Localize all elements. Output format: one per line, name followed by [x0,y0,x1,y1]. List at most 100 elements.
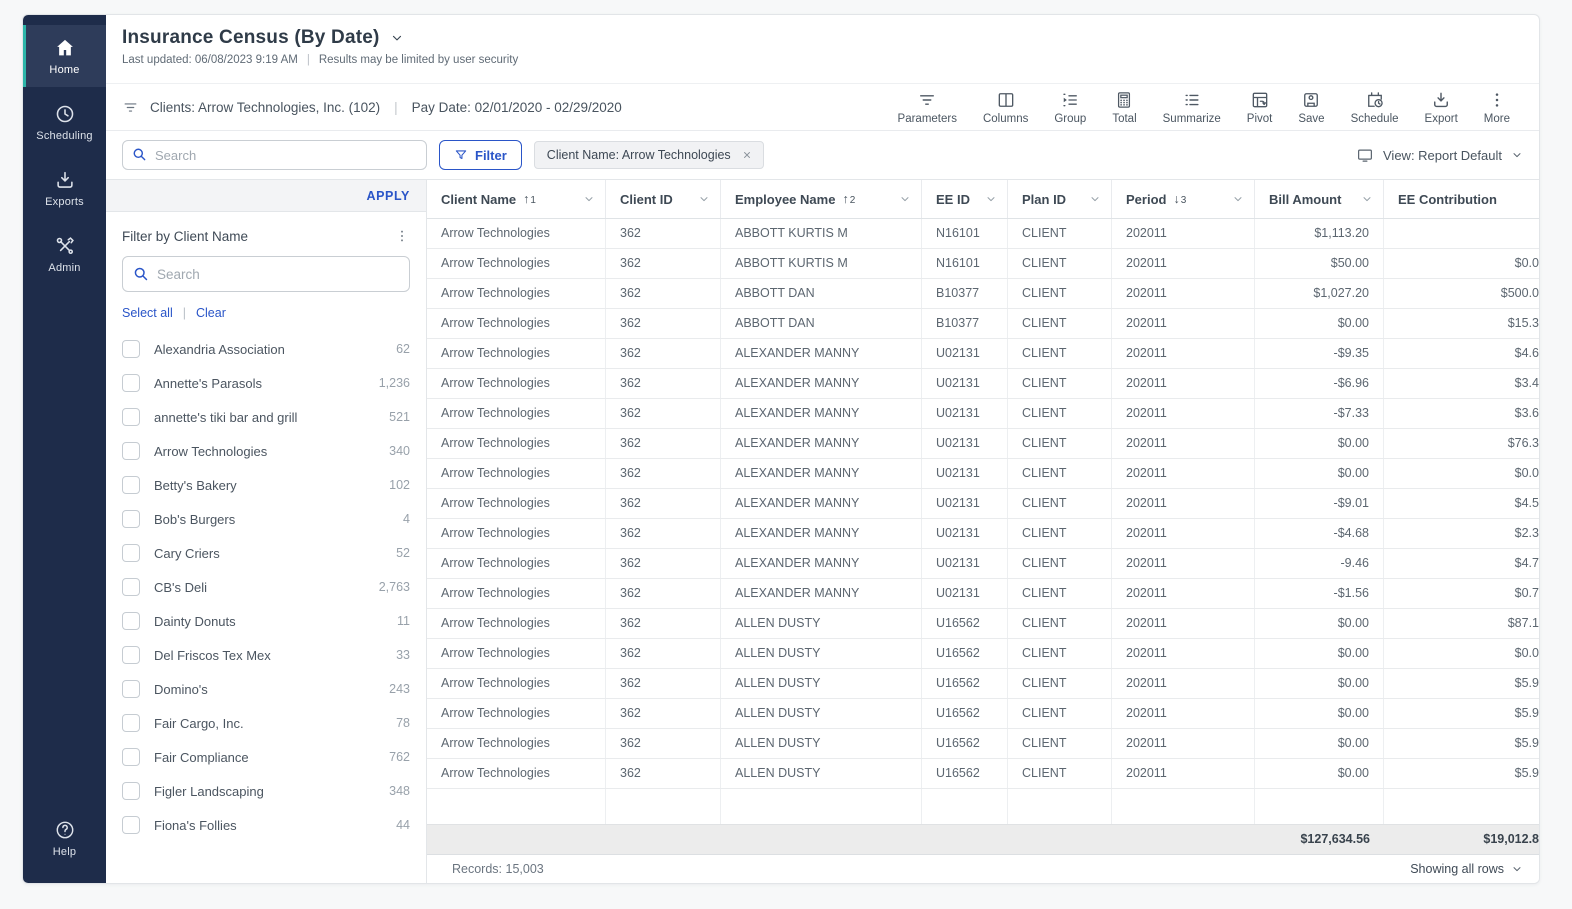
table-row[interactable]: Arrow Technologies 362 ALLEN DUSTY U16562 CL… [427,729,1539,759]
client-checkbox[interactable] [122,714,140,732]
table-cell: 362 [606,579,721,608]
sidebar-item-admin[interactable]: Admin [23,223,106,285]
monitor-icon [1356,146,1374,164]
table-row[interactable]: Arrow Technologies 362 ALLEN DUSTY U16562 CL… [427,669,1539,699]
client-list-item[interactable]: annette's tiki bar and grill 521 [122,400,410,434]
client-list-item[interactable]: Dainty Donuts 11 [122,604,410,638]
client-checkbox[interactable] [122,476,140,494]
column-header-employee-name[interactable]: Employee Name ↑ 2 [721,180,922,218]
table-row[interactable]: Arrow Technologies 362 ABBOTT DAN B10377 CLI… [427,279,1539,309]
toolbar-total-button[interactable]: Total [1099,90,1149,125]
client-list-item[interactable]: Arrow Technologies 340 [122,434,410,468]
client-checkbox[interactable] [122,680,140,698]
client-checkbox[interactable] [122,442,140,460]
toolbar-summarize-button[interactable]: Summarize [1150,90,1234,125]
chevron-down-icon[interactable] [899,193,911,205]
client-list-item[interactable]: Del Friscos Tex Mex 33 [122,638,410,672]
client-list-item[interactable]: CB's Deli 2,763 [122,570,410,604]
client-checkbox[interactable] [122,612,140,630]
client-checkbox[interactable] [122,374,140,392]
filter-button[interactable]: Filter [439,140,522,170]
client-list-item[interactable]: Fair Cargo, Inc. 78 [122,706,410,740]
table-row[interactable]: Arrow Technologies 362 ALLEN DUSTY U16562 CL… [427,699,1539,729]
client-checkbox[interactable] [122,748,140,766]
toolbar-columns-button[interactable]: Columns [970,90,1041,125]
client-list-item[interactable]: Fair Compliance 762 [122,740,410,774]
client-checkbox[interactable] [122,340,140,358]
table-row[interactable]: Arrow Technologies 362 ABBOTT KURTIS M N161… [427,219,1539,249]
chevron-down-icon[interactable] [583,193,595,205]
toolbar-schedule-button[interactable]: Schedule [1338,90,1412,125]
toolbar-export-button[interactable]: Export [1412,90,1471,125]
toolbar-save-button[interactable]: Save [1285,90,1337,125]
sidebar-item-scheduling[interactable]: Scheduling [23,91,106,153]
toolbar-parameters-button[interactable]: Parameters [885,90,970,125]
chevron-down-icon[interactable] [1232,193,1244,205]
table-row[interactable]: Arrow Technologies 362 ALEXANDER MANNY U021… [427,429,1539,459]
toolbar-pivot-button[interactable]: Pivot [1234,90,1286,125]
client-search-input[interactable] [122,256,410,292]
table-cell: ABBOTT DAN [721,279,922,308]
table-row[interactable]: Arrow Technologies 362 ALEXANDER MANNY U021… [427,579,1539,609]
column-header-period[interactable]: Period ↓ 3 [1112,180,1255,218]
chevron-down-icon[interactable] [1361,193,1373,205]
table-cell: ALEXANDER MANNY [721,519,922,548]
toolbar-group-button[interactable]: Group [1041,90,1099,125]
table-row[interactable]: Arrow Technologies 362 ALLEN DUSTY U16562 CL… [427,609,1539,639]
client-list-item[interactable]: Domino's 243 [122,672,410,706]
column-header-client-name[interactable]: Client Name ↑ 1 [427,180,606,218]
app-window: Home Scheduling Exports Admin Help Insuranc… [22,14,1540,884]
table-row[interactable]: Arrow Technologies 362 ABBOTT KURTIS M N161… [427,249,1539,279]
table-row[interactable]: Arrow Technologies 362 ALEXANDER MANNY U021… [427,369,1539,399]
table-cell: Arrow Technologies [427,669,606,698]
client-checkbox[interactable] [122,544,140,562]
toolbar-more-button[interactable]: More [1471,90,1523,125]
table-search [122,140,427,170]
table-row[interactable]: Arrow Technologies 362 ALEXANDER MANNY U021… [427,549,1539,579]
select-all-link[interactable]: Select all [122,306,173,320]
client-checkbox[interactable] [122,408,140,426]
client-list-item[interactable]: Betty's Bakery 102 [122,468,410,502]
client-checkbox[interactable] [122,646,140,664]
table-row[interactable]: Arrow Technologies 362 ALEXANDER MANNY U021… [427,339,1539,369]
client-checkbox[interactable] [122,782,140,800]
sidebar-item-help[interactable]: Help [23,807,106,869]
column-header-plan-id[interactable]: Plan ID [1008,180,1112,218]
client-list-item[interactable]: Figler Landscaping 348 [122,774,410,808]
apply-button[interactable]: APPLY [366,189,410,203]
column-header-bill-amount[interactable]: Bill Amount [1255,180,1384,218]
pivot-icon [1250,90,1270,110]
column-header-client-id[interactable]: Client ID [606,180,721,218]
table-row[interactable]: Arrow Technologies 362 ALLEN DUSTY U16562 CL… [427,639,1539,669]
view-selector[interactable]: View: Report Default [1356,146,1523,164]
client-list-item[interactable]: Annette's Parasols 1,236 [122,366,410,400]
search-input[interactable] [122,140,427,170]
table-row[interactable]: Arrow Technologies 362 ALEXANDER MANNY U021… [427,489,1539,519]
chevron-down-icon[interactable] [1089,193,1101,205]
table-row[interactable]: Arrow Technologies 362 ALEXANDER MANNY U021… [427,459,1539,489]
kebab-menu-icon[interactable] [394,228,410,244]
table-row[interactable]: Arrow Technologies 362 ALEXANDER MANNY U021… [427,519,1539,549]
sidebar-item-exports[interactable]: Exports [23,157,106,219]
showing-rows-selector[interactable]: Showing all rows [1410,862,1523,876]
client-list-item[interactable]: Fiona's Follies 44 [122,808,410,842]
client-checkbox[interactable] [122,510,140,528]
chevron-down-icon[interactable] [985,193,997,205]
table-row[interactable]: Arrow Technologies 362 ALLEN DUSTY U16562 CL… [427,759,1539,789]
sidebar-item-home[interactable]: Home [23,25,106,87]
title-chevron-down-icon[interactable] [390,31,404,45]
column-header-ee-id[interactable]: EE ID [922,180,1008,218]
filter-chip-client-name[interactable]: Client Name: Arrow Technologies [533,141,764,169]
table-cell: 362 [606,519,721,548]
client-checkbox[interactable] [122,578,140,596]
table-row[interactable]: Arrow Technologies 362 ALEXANDER MANNY U021… [427,399,1539,429]
table-row[interactable]: Arrow Technologies 362 ABBOTT DAN B10377 CLI… [427,309,1539,339]
column-header-ee-contribution[interactable]: EE Contribution [1384,180,1539,218]
client-list-item[interactable]: Bob's Burgers 4 [122,502,410,536]
client-list-item[interactable]: Alexandria Association 62 [122,332,410,366]
close-icon[interactable] [741,149,753,161]
client-list-item[interactable]: Cary Criers 52 [122,536,410,570]
chevron-down-icon[interactable] [698,193,710,205]
client-checkbox[interactable] [122,816,140,834]
clear-link[interactable]: Clear [196,306,226,320]
